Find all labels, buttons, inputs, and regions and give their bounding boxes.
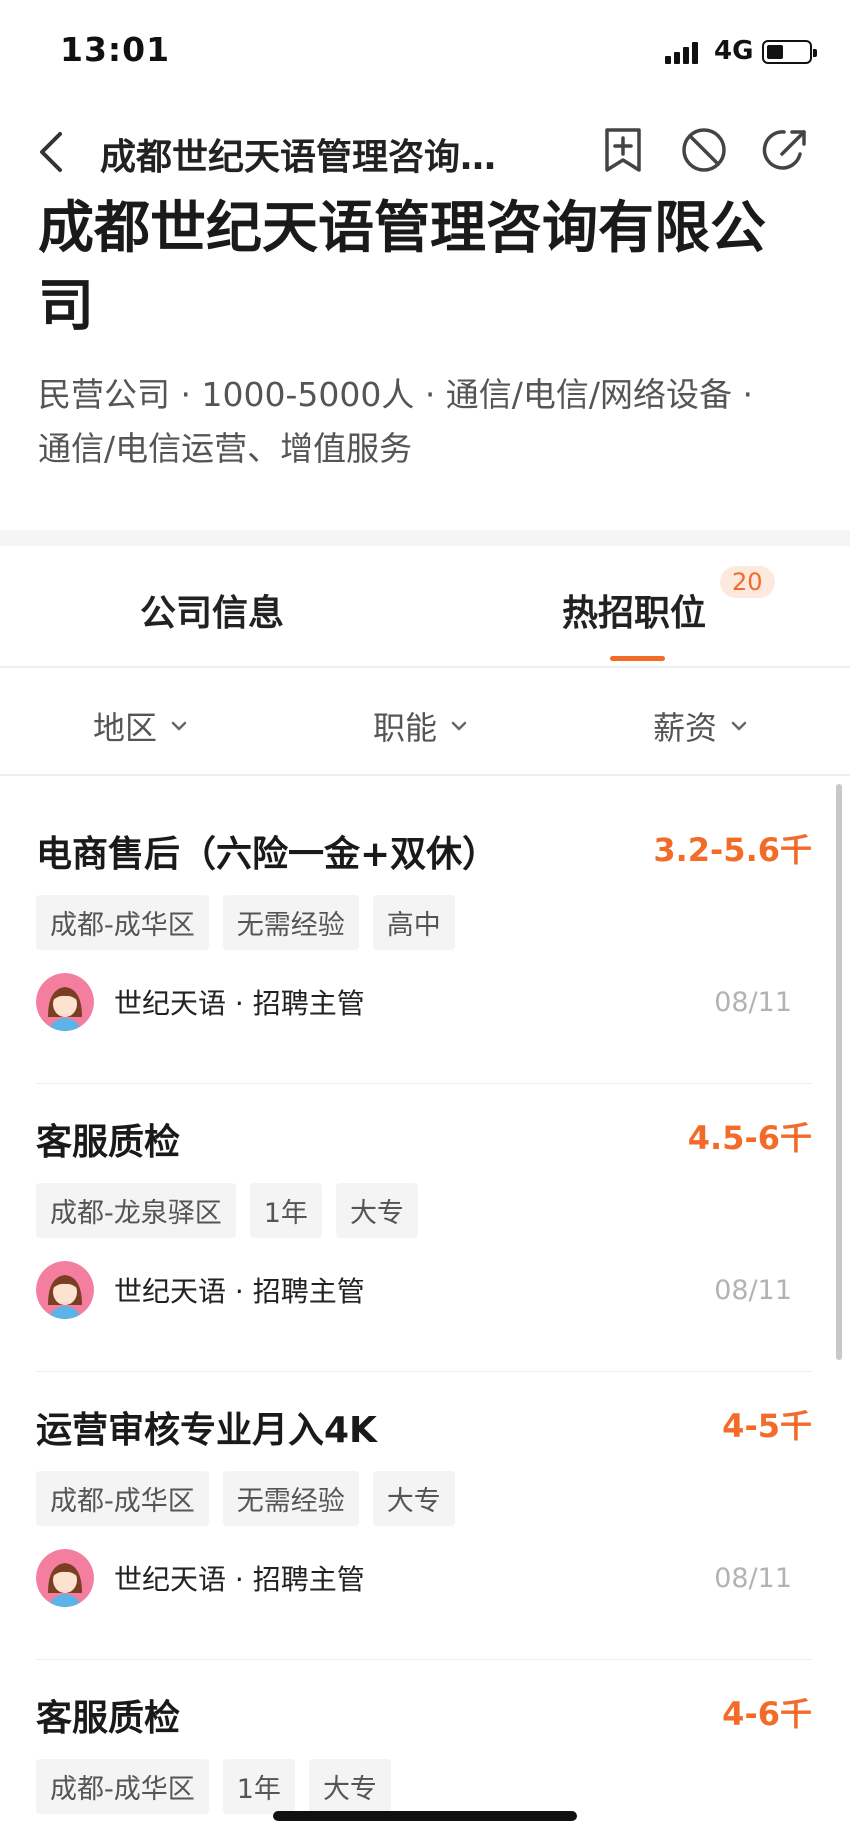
scrollbar[interactable] — [836, 784, 842, 1360]
filter-function[interactable]: 职能 — [373, 703, 469, 749]
chevron-left-icon — [40, 132, 62, 172]
job-tag: 成都-龙泉驿区 — [36, 1183, 236, 1238]
job-card[interactable]: 客服质检 4-6千 成都-成华区 1年 大专 — [36, 1689, 812, 1829]
job-tag: 1年 — [222, 1759, 295, 1814]
job-tag: 无需经验 — [222, 1471, 359, 1526]
recruiter: 世纪天语 · 招聘主管 — [36, 973, 365, 1031]
job-tags: 成都-成华区 1年 大专 — [36, 1759, 391, 1814]
chevron-down-icon — [451, 721, 467, 731]
job-title: 电商售后（六险一金+双休） — [36, 834, 499, 875]
company-name: 成都世纪天语管理咨询有限公司 — [38, 196, 766, 339]
filter-region-label: 地区 — [93, 709, 158, 747]
job-divider — [36, 1371, 812, 1372]
job-title: 客服质检 — [36, 1122, 181, 1163]
recruiter: 世纪天语 · 招聘主管 — [36, 1261, 365, 1319]
job-date: 08/11 — [714, 1275, 792, 1306]
avatar — [36, 1261, 94, 1319]
recruiter-avatar-icon — [36, 1549, 94, 1607]
job-date: 08/11 — [714, 1563, 792, 1594]
job-tag: 大专 — [308, 1759, 391, 1814]
bookmark-add-button[interactable] — [597, 124, 649, 176]
share-button[interactable] — [760, 124, 812, 176]
block-icon — [682, 128, 726, 172]
recruiter: 世纪天语 · 招聘主管 — [36, 1549, 365, 1607]
job-title: 客服质检 — [36, 1698, 181, 1739]
job-date: 08/11 — [714, 987, 792, 1018]
avatar — [36, 973, 94, 1031]
job-tag: 大专 — [372, 1471, 455, 1526]
filter-function-label: 职能 — [373, 709, 438, 747]
network-type: 4G — [714, 36, 754, 66]
job-salary: 4.5-6千 — [687, 1119, 812, 1157]
nav-title: 成都世纪天语管理咨询… — [100, 137, 497, 178]
filter-salary[interactable]: 薪资 — [653, 703, 749, 749]
tab-divider — [0, 666, 850, 668]
battery-icon — [762, 40, 817, 64]
job-tag: 大专 — [335, 1183, 418, 1238]
job-divider — [36, 1083, 812, 1084]
job-tag: 无需经验 — [222, 895, 359, 950]
block-button[interactable] — [678, 124, 730, 176]
recruiter-name: 世纪天语 · 招聘主管 — [114, 1275, 365, 1308]
job-count-badge: 20 — [720, 566, 775, 598]
bookmark-add-icon — [605, 128, 641, 172]
job-tag: 成都-成华区 — [36, 1759, 209, 1814]
section-divider — [0, 530, 850, 546]
tab-hot-jobs[interactable]: 热招职位 — [562, 584, 706, 636]
share-icon — [762, 130, 806, 170]
avatar — [36, 1549, 94, 1607]
chevron-down-icon — [171, 721, 187, 731]
cellular-signal-icon — [665, 40, 707, 64]
job-tag: 高中 — [372, 895, 455, 950]
filter-region[interactable]: 地区 — [93, 703, 189, 749]
job-tags: 成都-成华区 无需经验 大专 — [36, 1471, 455, 1526]
status-time: 13:01 — [60, 30, 171, 69]
filter-divider — [0, 774, 850, 776]
job-card[interactable]: 客服质检 4.5-6千 成都-龙泉驿区 1年 大专 世纪天语 · 招聘主管 08… — [36, 1113, 812, 1401]
job-title: 运营审核专业月入4K — [36, 1410, 377, 1451]
recruiter-avatar-icon — [36, 1261, 94, 1319]
active-tab-indicator — [610, 656, 665, 661]
company-meta: 民营公司 · 1000-5000人 · 通信/电信/网络设备 · 通信/电信运营… — [38, 368, 828, 476]
recruiter-name: 世纪天语 · 招聘主管 — [114, 987, 365, 1020]
tab-company-info[interactable]: 公司信息 — [140, 584, 284, 636]
filter-salary-label: 薪资 — [653, 709, 718, 747]
job-tags: 成都-成华区 无需经验 高中 — [36, 895, 455, 950]
job-tags: 成都-龙泉驿区 1年 大专 — [36, 1183, 418, 1238]
recruiter-avatar-icon — [36, 973, 94, 1031]
job-salary: 3.2-5.6千 — [653, 831, 812, 869]
job-card[interactable]: 电商售后（六险一金+双休） 3.2-5.6千 成都-成华区 无需经验 高中 世纪… — [36, 825, 812, 1113]
job-tag: 成都-成华区 — [36, 1471, 209, 1526]
job-tag: 1年 — [249, 1183, 322, 1238]
back-button[interactable] — [30, 124, 74, 180]
job-salary: 4-5千 — [722, 1407, 812, 1445]
job-divider — [36, 1659, 812, 1660]
job-tag: 成都-成华区 — [36, 895, 209, 950]
company-meta-line1: 民营公司 · 1000-5000人 · 通信/电信/网络设备 · — [38, 375, 754, 414]
job-salary: 4-6千 — [722, 1695, 812, 1733]
home-indicator[interactable] — [273, 1811, 577, 1821]
recruiter-name: 世纪天语 · 招聘主管 — [114, 1563, 365, 1596]
job-card[interactable]: 运营审核专业月入4K 4-5千 成都-成华区 无需经验 大专 世纪天语 · 招聘… — [36, 1401, 812, 1689]
company-meta-line2: 通信/电信运营、增值服务 — [38, 429, 413, 468]
chevron-down-icon — [731, 721, 747, 731]
